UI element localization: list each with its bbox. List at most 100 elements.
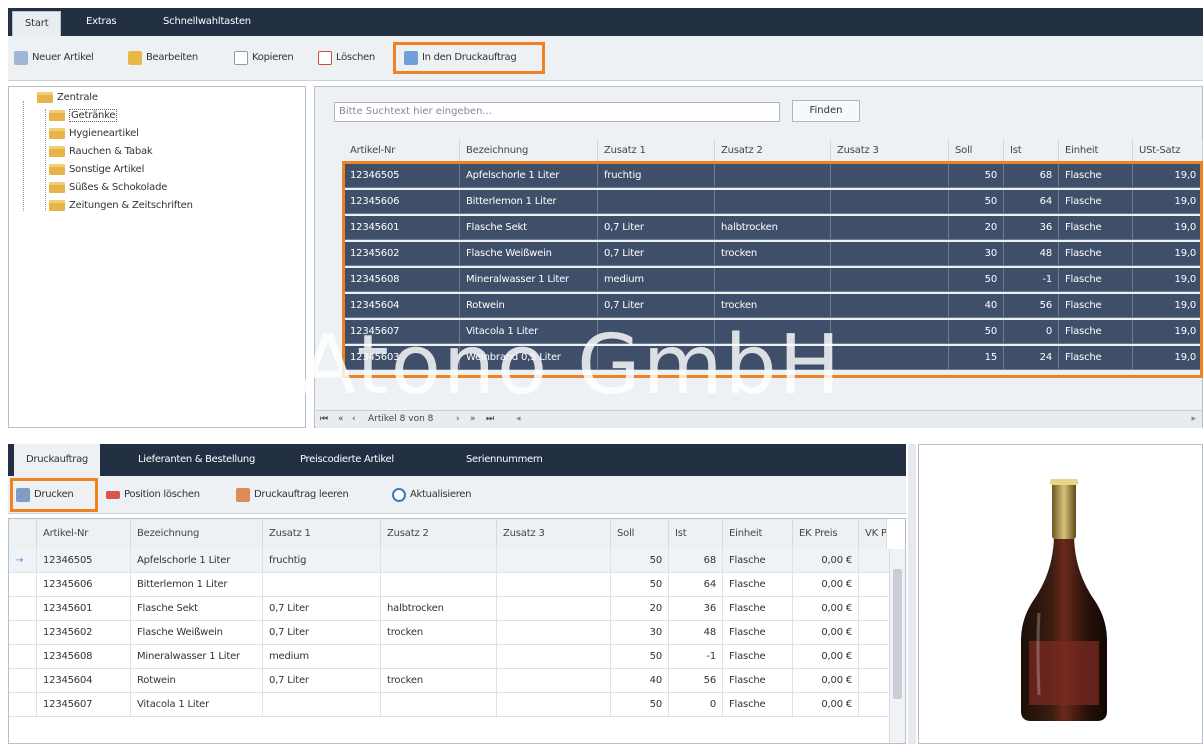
tree-root-label: Zentrale [57,92,98,103]
print-cell: 0,7 Liter [263,621,381,645]
search-input[interactable]: Bitte Suchtext hier eingeben... [334,102,780,122]
tab-druckauftrag[interactable]: Druckauftrag [14,444,100,476]
folder-icon [49,146,65,157]
print-cell [497,669,611,693]
print-cell: 12345608 [37,645,131,669]
print-cell: 30 [611,621,669,645]
clear-print-job-button[interactable]: Druckauftrag leeren [234,485,349,505]
print-row[interactable]: 12345606 Bitterlemon 1 Liter 50 64 Flasche 0,… [9,573,905,597]
print-row[interactable]: 12345608 Mineralwasser 1 Liter medium 50 -1 F… [9,645,905,669]
print-cell: 0,7 Liter [263,669,381,693]
column-header[interactable]: Zusatz 2 [381,519,497,549]
tree-item-suesses[interactable]: Süßes & Schokolade [49,179,167,197]
print-row[interactable]: → 12346505 Apfelschorle 1 Liter fruchtig 50 6… [9,549,905,573]
print-cell [381,573,497,597]
print-cell: 0,00 € [793,645,859,669]
delete-position-label: Position löschen [124,489,200,500]
tree-item-hygieneartikel[interactable]: Hygieneartikel [49,125,139,143]
column-header[interactable]: Ist [1004,140,1059,162]
tree-item-label: Zeitungen & Zeitschriften [69,200,193,211]
column-header[interactable]: Soll [949,140,1004,162]
print-cell: Flasche [723,549,793,573]
copy-button[interactable]: Kopieren [232,47,294,69]
print-cell: 50 [611,573,669,597]
column-header[interactable]: Zusatz 3 [497,519,611,549]
column-header[interactable]: Artikel-Nr [344,140,460,162]
tree-item-getraenke[interactable]: Getränke [49,107,118,125]
column-header[interactable]: Artikel-Nr [37,519,131,549]
column-header[interactable]: Ist [669,519,723,549]
nav-prev-page-icon[interactable]: « [338,411,344,428]
print-row[interactable]: 12345602 Flasche Weißwein 0,7 Liter trocken… [9,621,905,645]
print-cell: Flasche Weißwein [131,621,263,645]
refresh-button[interactable]: Aktualisieren [390,485,472,505]
column-header[interactable]: Zusatz 1 [263,519,381,549]
find-button[interactable]: Finden [792,100,860,122]
scroll-right-icon[interactable]: ▸ [1191,411,1196,428]
tab-lieferanten[interactable]: Lieferanten & Bestellung [138,444,255,476]
print-cell [497,573,611,597]
print-cell: trocken [381,621,497,645]
column-header[interactable]: USt-Satz [1133,140,1203,162]
column-header[interactable]: Einheit [723,519,793,549]
column-header[interactable]: Zusatz 3 [831,140,949,162]
print-row[interactable]: 12345604 Rotwein 0,7 Liter trocken 40 56 Flasc… [9,669,905,693]
folder-icon [49,164,65,175]
column-header[interactable]: Zusatz 2 [715,140,831,162]
print-row[interactable]: 12345607 Vitacola 1 Liter 50 0 Flasche 0,00 € [9,693,905,717]
print-cell [263,573,381,597]
folder-icon [49,110,65,121]
tree-item-rauchen[interactable]: Rauchen & Tabak [49,143,153,161]
column-header[interactable]: Bezeichnung [131,519,263,549]
print-job-grid: Artikel-Nr Bezeichnung Zusatz 1 Zusatz 2… [8,518,906,744]
tab-schnellwahltasten[interactable]: Schnellwahltasten [163,8,251,36]
column-header[interactable]: Einheit [1059,140,1133,162]
print-cell: Rotwein [131,669,263,693]
nav-record-info: Artikel 8 von 8 [368,414,434,424]
tab-preiscodierte[interactable]: Preiscodierte Artikel [300,444,394,476]
column-header[interactable]: EK Preis [793,519,859,549]
edit-button[interactable]: Bearbeiten [126,47,198,69]
tab-start[interactable]: Start [12,11,62,36]
print-cell: Flasche [723,573,793,597]
nav-last-icon[interactable]: ⏭ [486,411,494,428]
print-row[interactable]: 12345601 Flasche Sekt 0,7 Liter halbtrocken… [9,597,905,621]
tab-seriennummern[interactable]: Seriennummern [466,444,543,476]
row-indicator [9,669,37,693]
nav-first-icon[interactable]: ⏮ [320,411,328,428]
column-header[interactable]: Zusatz 1 [598,140,715,162]
print-cell: 20 [611,597,669,621]
new-article-button[interactable]: Neuer Artikel [12,47,94,69]
ribbon-toolbar: Neuer Artikel Bearbeiten Kopieren Lösche… [8,36,1203,81]
tab-extras[interactable]: Extras [86,8,117,36]
print-cell: 56 [669,669,723,693]
print-cell: Mineralwasser 1 Liter [131,645,263,669]
clear-print-job-label: Druckauftrag leeren [254,489,349,500]
column-header[interactable]: VK Pr [859,519,887,549]
print-cell [381,549,497,573]
print-cell: 64 [669,573,723,597]
print-cell [497,693,611,717]
print-cell: 36 [669,597,723,621]
scroll-left-icon[interactable]: ◂ [516,411,521,428]
column-header[interactable]: Bezeichnung [460,140,598,162]
nav-next-page-icon[interactable]: » [470,411,476,428]
delete-button[interactable]: Löschen [316,47,375,69]
tree-item-sonstige[interactable]: Sonstige Artikel [49,161,144,179]
print-cell: 0,00 € [793,549,859,573]
print-cell: 0,00 € [793,693,859,717]
folder-icon [49,128,65,139]
print-cell: 0 [669,693,723,717]
panel-splitter[interactable] [908,444,916,744]
print-cell: 12345601 [37,597,131,621]
tree-item-zeitungen[interactable]: Zeitungen & Zeitschriften [49,197,193,215]
print-cell: 0,00 € [793,621,859,645]
nav-prev-icon[interactable]: ‹ [352,411,356,428]
delete-position-button[interactable]: Position löschen [104,485,200,505]
scrollbar-thumb[interactable] [893,569,902,699]
nav-next-icon[interactable]: › [456,411,460,428]
vertical-scrollbar[interactable] [889,549,905,743]
tree-root[interactable]: Zentrale [37,89,98,107]
column-header[interactable]: Soll [611,519,669,549]
print-cell: Flasche [723,669,793,693]
